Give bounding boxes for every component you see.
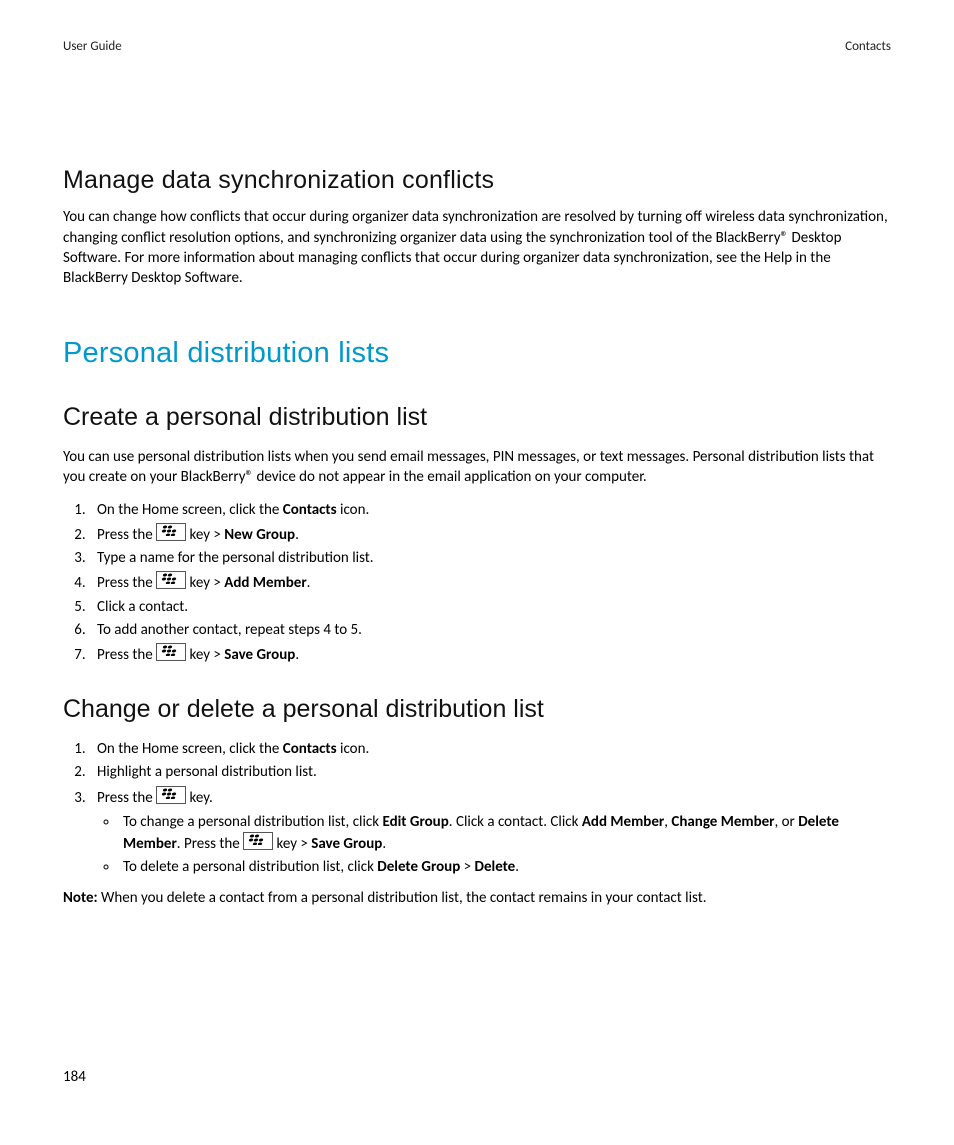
sub-bullets: To change a personal distribution list, … xyxy=(97,812,891,878)
text: To change a personal distribution list, … xyxy=(123,813,382,831)
bold-contacts: Contacts xyxy=(283,740,337,758)
text: Press the xyxy=(97,789,156,807)
para-create-list-intro: You can use personal distribution lists … xyxy=(63,447,891,488)
text: Press the xyxy=(97,574,156,592)
page-number: 184 xyxy=(63,1067,86,1087)
bold-contacts: Contacts xyxy=(283,501,337,519)
text: key > xyxy=(186,646,224,664)
bullet-change: To change a personal distribution list, … xyxy=(119,812,891,855)
bold-save-group: Save Group xyxy=(224,646,295,664)
note: Note: When you delete a contact from a p… xyxy=(63,888,891,908)
text: To delete a personal distribution list, … xyxy=(123,858,377,876)
step-7: Press the key > Save Group. xyxy=(89,643,891,665)
step-4: Press the key > Add Member. xyxy=(89,571,891,593)
step-3: Type a name for the personal distributio… xyxy=(89,548,891,568)
text: , or xyxy=(775,813,799,831)
text: key > xyxy=(273,835,311,853)
bold-delete-group: Delete Group xyxy=(377,858,460,876)
page: User Guide Contacts Manage data synchron… xyxy=(0,0,954,1145)
bold-add-member: Add Member xyxy=(582,813,664,831)
text: . xyxy=(295,646,299,664)
text: . xyxy=(382,835,386,853)
text: > xyxy=(460,858,474,876)
bold-save-group: Save Group xyxy=(311,835,382,853)
bold-delete: Delete xyxy=(475,858,516,876)
text: . xyxy=(307,574,311,592)
blackberry-menu-key-icon xyxy=(243,832,273,850)
step-5: Click a contact. xyxy=(89,597,891,617)
bold-edit-group: Edit Group xyxy=(382,813,448,831)
bold-new-group: New Group xyxy=(224,526,295,544)
text: key > xyxy=(186,526,224,544)
step-3: Press the key. To change a personal dist… xyxy=(89,786,891,878)
header-left: User Guide xyxy=(63,38,122,56)
bullet-delete: To delete a personal distribution list, … xyxy=(119,857,891,877)
text: . Press the xyxy=(177,835,243,853)
text: Press the xyxy=(97,526,156,544)
text: . Click a contact. Click xyxy=(449,813,582,831)
text: key. xyxy=(186,789,213,807)
text: key > xyxy=(186,574,224,592)
heading-manage-conflicts: Manage data synchronization conflicts xyxy=(63,164,891,198)
heading-create-list: Create a personal distribution list xyxy=(63,401,891,435)
bold-change-member: Change Member xyxy=(671,813,774,831)
heading-personal-distribution-lists: Personal distribution lists xyxy=(63,334,891,373)
text: Press the xyxy=(97,646,156,664)
step-2: Press the key > New Group. xyxy=(89,523,891,545)
step-1: On the Home screen, click the Contacts i… xyxy=(89,500,891,520)
steps-change-delete-list: On the Home screen, click the Contacts i… xyxy=(63,739,891,878)
step-2: Highlight a personal distribution list. xyxy=(89,762,891,782)
text: . xyxy=(515,858,519,876)
text: icon. xyxy=(337,740,370,758)
steps-create-list: On the Home screen, click the Contacts i… xyxy=(63,500,891,666)
blackberry-menu-key-icon xyxy=(156,523,186,541)
heading-change-delete-list: Change or delete a personal distribution… xyxy=(63,693,891,727)
text: icon. xyxy=(337,501,370,519)
text: . xyxy=(295,526,299,544)
blackberry-menu-key-icon xyxy=(156,571,186,589)
bold-add-member: Add Member xyxy=(224,574,306,592)
step-6: To add another contact, repeat steps 4 t… xyxy=(89,620,891,640)
para-manage-conflicts: You can change how conflicts that occur … xyxy=(63,207,891,288)
text: On the Home screen, click the xyxy=(97,501,283,519)
note-body: When you delete a contact from a persona… xyxy=(98,889,707,907)
text: On the Home screen, click the xyxy=(97,740,283,758)
header-right: Contacts xyxy=(845,38,891,56)
step-1: On the Home screen, click the Contacts i… xyxy=(89,739,891,759)
note-label: Note: xyxy=(63,889,98,907)
blackberry-menu-key-icon xyxy=(156,786,186,804)
page-header: User Guide Contacts xyxy=(63,38,891,56)
blackberry-menu-key-icon xyxy=(156,643,186,661)
